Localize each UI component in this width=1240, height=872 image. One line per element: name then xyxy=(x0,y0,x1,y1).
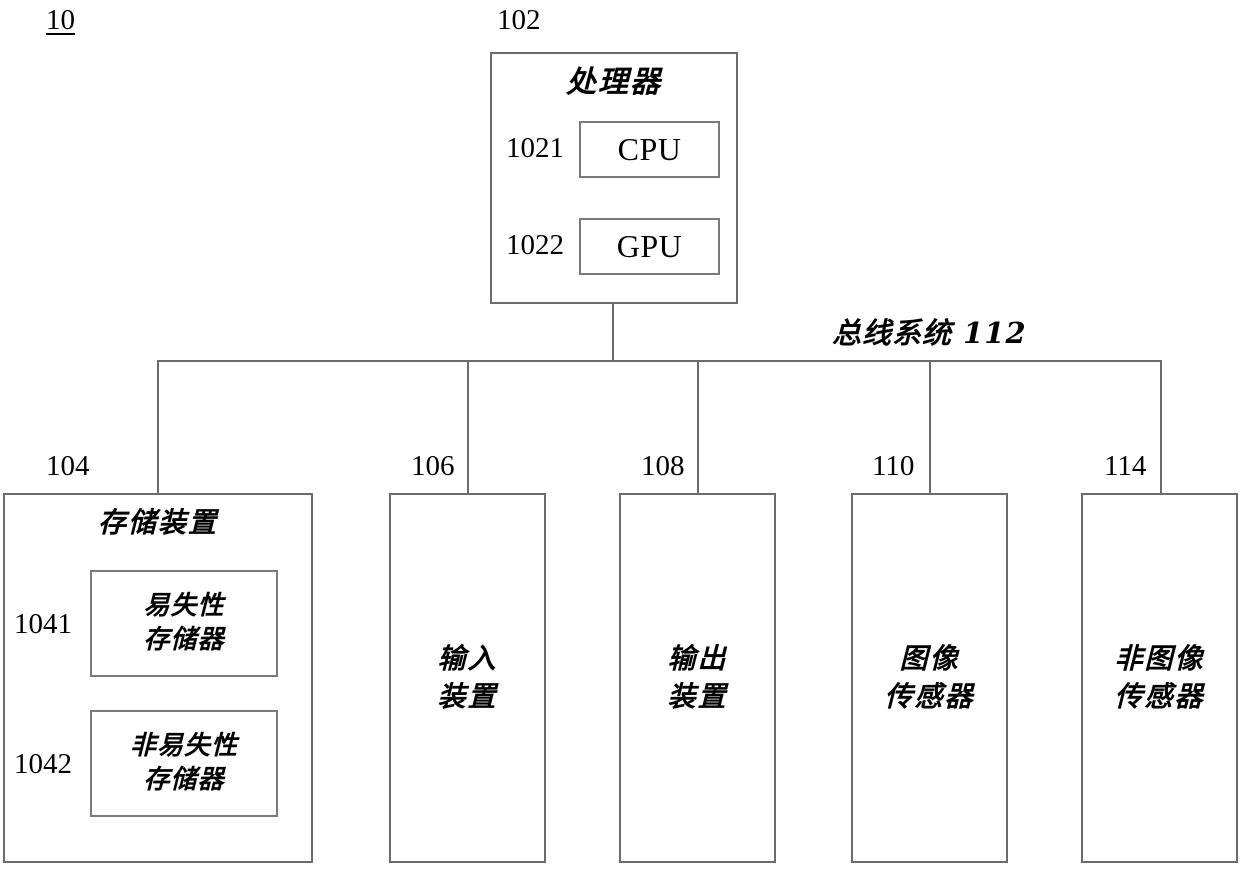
gpu-reference-1022: 1022 xyxy=(506,229,564,261)
cpu-block: CPU xyxy=(579,121,720,178)
bus-drop-image-sensor xyxy=(929,360,931,493)
image-sensor-block: 图像 传感器 xyxy=(851,493,1008,863)
volatile-memory-label: 易失性 存储器 xyxy=(143,590,225,655)
figure-canvas: 10 102 处理器 1021 CPU 1022 GPU 总线系统 112 10… xyxy=(0,0,1240,872)
bus-system-line xyxy=(157,360,1162,362)
processor-title: 处理器 xyxy=(566,65,662,100)
bus-drop-storage xyxy=(157,360,159,493)
input-device-label: 输入 装置 xyxy=(437,642,498,713)
bus-drop-input-device xyxy=(467,360,469,493)
image-sensor-reference-110: 110 xyxy=(872,450,915,482)
gpu-label: GPU xyxy=(616,228,683,264)
cpu-label: CPU xyxy=(617,131,682,167)
non-volatile-memory-block: 非易失性 存储器 xyxy=(90,710,278,817)
bus-drop-output-device xyxy=(697,360,699,493)
input-device-reference-106: 106 xyxy=(411,450,455,482)
storage-reference-104: 104 xyxy=(46,450,90,482)
figure-reference-10: 10 xyxy=(46,4,75,36)
processor-reference-102: 102 xyxy=(497,4,541,36)
input-device-block: 输入 装置 xyxy=(389,493,546,863)
volatile-memory-reference-1041: 1041 xyxy=(14,608,72,640)
non-image-sensor-label: 非图像 传感器 xyxy=(1114,642,1205,713)
processor-bus-connector xyxy=(612,304,614,362)
non-image-sensor-reference-114: 114 xyxy=(1104,450,1147,482)
cpu-reference-1021: 1021 xyxy=(506,132,564,164)
volatile-memory-block: 易失性 存储器 xyxy=(90,570,278,677)
output-device-label: 输出 装置 xyxy=(667,642,728,713)
bus-drop-non-image-sensor xyxy=(1160,360,1162,493)
gpu-block: GPU xyxy=(579,218,720,275)
output-device-block: 输出 装置 xyxy=(619,493,776,863)
bus-system-label: 总线系统 112 xyxy=(832,316,1027,350)
non-volatile-memory-label: 非易失性 存储器 xyxy=(129,730,238,795)
non-volatile-memory-reference-1042: 1042 xyxy=(14,748,72,780)
output-device-reference-108: 108 xyxy=(641,450,685,482)
image-sensor-label: 图像 传感器 xyxy=(884,642,975,713)
storage-device-title: 存储装置 xyxy=(97,506,218,539)
non-image-sensor-block: 非图像 传感器 xyxy=(1081,493,1238,863)
